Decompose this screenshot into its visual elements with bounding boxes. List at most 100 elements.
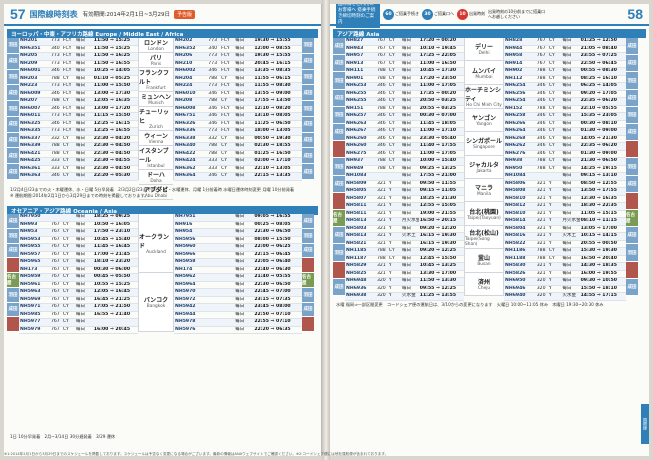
flight-row: NH6338 332 CY 毎日 00:50 ⇒ 19:30 <box>174 135 302 144</box>
aircraft-type: 346 <box>49 120 62 129</box>
aircraft-type: 767 <box>49 303 62 312</box>
flight-row: NH203 788 CY 毎日 01:10 ⇒ 05:25 <box>19 75 138 84</box>
flight-row: NH949 788 CY 毎日 09:25 ⇒ 13:25 <box>345 165 464 174</box>
aircraft-type: 321 <box>535 270 548 279</box>
flight-row: NH205 773 FCY 毎日 11:50 ⇒ 16:25 <box>19 52 138 61</box>
left-page: 57 国際線時刻表 有効期間:2014年2月1日~3月29日 予告版 ヨーロッパ… <box>4 4 322 456</box>
cabin-class: Y <box>387 187 401 196</box>
city-name-en: London <box>148 47 164 52</box>
flight-row: NH5826 321 Y 毎日 16:00 ⇒ 19:55 <box>504 270 626 279</box>
city-name-jp: チューリッヒ <box>139 109 170 125</box>
operating-days: 毎日 <box>74 243 93 252</box>
operating-days: 毎日 <box>400 195 419 204</box>
destination-city: 台北(松山) Taipei(Song Shan) <box>465 226 503 250</box>
left-header: 57 国際線時刻表 有効期間:2014年2月1日~3月29日 予告版 <box>4 4 321 26</box>
flight-time: 10:45 ⇒ 15:40 <box>92 236 138 245</box>
operating-days: 毎日 <box>74 142 93 151</box>
flight-number: NH5977 <box>19 318 50 327</box>
cabin-class: CY <box>61 157 75 166</box>
cabin-class: FCY <box>61 60 75 69</box>
aircraft-type: 788 <box>49 142 62 151</box>
flight-number: NH6421 <box>19 150 50 159</box>
flight-row: NH224 773 FCY 毎日 11:55 ⇒ 08:30 <box>174 82 302 91</box>
operating-days: 毎日 <box>234 157 254 166</box>
section-index-tab[interactable]: 国際線 <box>641 404 649 444</box>
flight-number: NH5814 <box>504 217 536 226</box>
operating-days: 毎日 <box>74 60 93 69</box>
aircraft-type: 788 <box>535 75 548 84</box>
cabin-class: Y <box>547 292 562 301</box>
aircraft-type: 346 <box>207 172 221 181</box>
aircraft-type: 340 <box>49 45 62 54</box>
flight-time: 09:20 ⇒ 17:05 <box>579 90 626 99</box>
oceania-origin-column: 成田 羽田 成田 名古屋 羽田 成田 <box>7 214 19 332</box>
flight-number: NH6257 <box>345 112 376 121</box>
aircraft-type: 333 <box>49 165 62 174</box>
flight-number: NH5809 <box>345 180 376 189</box>
flight-time: 09:20 ⇒ 12:20 <box>418 225 464 234</box>
flight-number: NH6940 <box>504 292 536 301</box>
cabin-class: CY <box>61 228 75 237</box>
flight-time: 15:50 ⇒ 18:10 <box>579 285 626 294</box>
airport-tag-nrt: 成田 <box>626 38 638 56</box>
cabin-class <box>547 172 562 181</box>
flight-number: NH151 <box>345 105 376 114</box>
cabin-class: CY <box>220 172 235 181</box>
cabin-class: FCY <box>61 38 75 46</box>
europe-note-2: ※ 運航期間:2014年2月1日から3月29日までの時刻を掲載しております。 <box>10 192 149 198</box>
flight-number: NH1084 <box>504 172 536 181</box>
operating-days: 毎日 <box>561 150 580 159</box>
cabin-class <box>220 318 235 327</box>
operating-days: 毎日 <box>561 195 580 204</box>
flight-number: NH6938 <box>345 292 376 301</box>
flight-time: 16:50 ⇒ 20:15 <box>418 217 464 226</box>
flight-row: NH5814321Y月火水金日08:10 ⇒ 11:15 <box>504 217 626 226</box>
cabin-class: CY <box>387 97 401 106</box>
flight-time: 11:00 ⇒ 17:05 <box>418 150 464 159</box>
flight-time: 18:30 ⇒ 22:35 <box>579 202 626 211</box>
aircraft-type: 346 <box>535 112 548 121</box>
operating-days: 毎日 <box>561 210 580 219</box>
airport-tag-kx <box>333 192 345 211</box>
flight-row: NH6948 320 Y 毎日 11:50 ⇒ 13:30 <box>345 277 464 286</box>
operating-days: 毎日 <box>74 228 93 237</box>
cabin-class: CY <box>220 135 235 144</box>
arrival-airport-column: 羽田 成田 羽田 成田 羽田 成田 成田 成田 成田 <box>302 38 314 181</box>
flight-number: NH950 <box>504 165 536 174</box>
aircraft-type: 321 <box>535 232 548 241</box>
operating-days: 毎日 <box>400 225 419 234</box>
operating-days: 毎日 <box>561 67 580 76</box>
flight-number: NH224 <box>174 82 208 91</box>
operating-days: 毎日 <box>400 202 419 211</box>
flight-time: 09:15 ⇒ 11:05 <box>418 187 464 196</box>
flight-time: 12:45 ⇒ 15:50 <box>418 255 464 264</box>
aircraft-type: 788 <box>375 75 388 84</box>
cabin-class <box>220 273 235 282</box>
legend-label-departure: 出発時刻 <box>469 11 485 16</box>
flight-row: NH937 788 CY 毎日 10:00 ⇒ 15:40 <box>345 157 464 166</box>
flight-time: 01:25 ⇒ 16:50 <box>253 150 302 159</box>
operating-days: 毎日 <box>561 180 580 189</box>
flight-number: NH5806 <box>504 180 536 189</box>
flight-time: 17:55 ⇒ 13:50 <box>253 97 302 106</box>
flight-number: NH5813 <box>345 217 376 226</box>
operating-days: 毎日 <box>234 120 254 129</box>
flight-row: NH902 788 CY 毎日 00:55 ⇒ 08:30 <box>504 67 626 76</box>
flight-number: NH152 <box>504 105 536 114</box>
flight-time: 10:50 ⇒ 16:05 <box>92 221 138 230</box>
operating-days: 月火水金日 <box>400 217 419 226</box>
city-name-en: Frankfurt <box>146 86 166 91</box>
flight-number: NH901 <box>345 75 376 84</box>
aircraft-type: 346 <box>207 67 221 76</box>
flight-row: NH6264 346 CY 毎日 01:30 ⇒ 09:00 <box>504 127 626 136</box>
flight-row: NH6337 332 CY 毎日 22:30 ⇒ 04:20 <box>19 135 138 144</box>
airport-tag-nrt: 成田 <box>302 116 314 133</box>
operating-days: 毎日 <box>400 90 419 99</box>
aircraft-type: 346 <box>535 150 548 159</box>
destination-city: ウィーン Vienna <box>139 131 173 146</box>
airport-tag-nrt: 成田 <box>333 38 345 56</box>
flight-number: NH5958 <box>174 258 208 267</box>
cabin-class: CY <box>387 52 401 61</box>
flight-number: NH174 <box>174 266 208 275</box>
flight-time: 17:35 ⇒ 00:20 <box>418 90 464 99</box>
